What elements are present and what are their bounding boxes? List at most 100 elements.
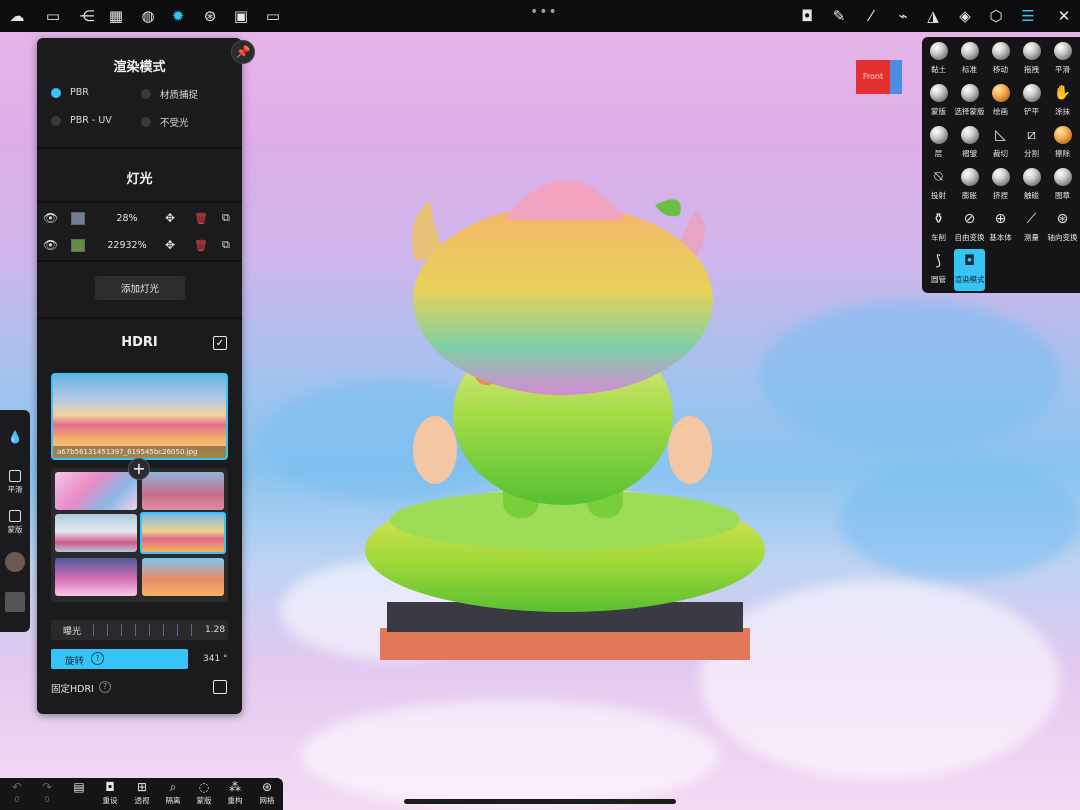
more-menu-button[interactable]: ••• — [530, 4, 558, 20]
folder-icon[interactable]: ▭ — [43, 6, 63, 26]
stroke-icon[interactable]: ⁄ — [861, 6, 881, 26]
undo-button[interactable]: ↶ 0 — [2, 780, 32, 804]
tool-ball[interactable]: 黏土 — [923, 39, 954, 81]
isolate-button[interactable]: ⌕ 隔离 — [158, 780, 188, 806]
layers-icon[interactable]: ◈ — [955, 6, 975, 26]
mask-view-button[interactable]: ◌ 蒙版 — [189, 780, 219, 806]
tool-ball[interactable]: 拖拽 — [1016, 39, 1047, 81]
fixed-hdri-checkbox[interactable] — [213, 680, 227, 694]
logo-icon[interactable]: ☁ — [7, 6, 27, 26]
camera-icon[interactable]: ◘ — [797, 6, 817, 26]
add-hdri-button[interactable]: + — [128, 458, 150, 480]
exposure-slider[interactable]: 曝光 — [51, 620, 228, 640]
hdri-thumbnail[interactable] — [142, 472, 224, 510]
scene-graph-icon[interactable]: ⋲ — [77, 6, 97, 26]
tool-ball[interactable]: 标准 — [954, 39, 985, 81]
tool-ball[interactable]: 蒙版 — [923, 81, 954, 123]
tool-ball[interactable]: 膨胀 — [954, 165, 985, 207]
light-intensity[interactable]: 22932% — [97, 240, 157, 251]
light-color-swatch[interactable] — [71, 211, 85, 225]
add-light-button[interactable]: 添加灯光 — [95, 276, 185, 300]
tool-ball[interactable]: 铲平 — [1016, 81, 1047, 123]
side-mask-button[interactable]: 蒙版 — [0, 510, 30, 535]
tool-ball[interactable]: 选择蒙版 — [954, 81, 985, 123]
trash-icon[interactable]: 🗑 — [194, 212, 208, 225]
mode-unlit[interactable]: 不受光 — [141, 115, 189, 129]
image-icon[interactable]: ▣ — [231, 6, 251, 26]
mode-matcap[interactable]: 材质捕捉 — [141, 87, 198, 101]
tool-gizmo[interactable]: ⊛ 轴向变换 — [1047, 207, 1078, 249]
brush-strength-icon[interactable] — [5, 592, 25, 612]
sculpt-model[interactable] — [355, 150, 775, 662]
home-indicator[interactable] — [404, 799, 676, 804]
hdri-preview[interactable]: a67b56131451397_619545bc26050.jpg — [51, 373, 228, 460]
tool-ball[interactable]: 触碰 — [1016, 165, 1047, 207]
tool-camera[interactable]: ◘ 渲染模式 — [954, 249, 985, 291]
tool-knife[interactable]: ◺ 裁切 — [985, 123, 1016, 165]
doc-button[interactable]: ▤ — [64, 780, 94, 795]
tool-ruler[interactable]: ⟋ 测量 — [1016, 207, 1047, 249]
tool-ball[interactable]: 褶皱 — [954, 123, 985, 165]
tool-ball[interactable]: 移动 — [985, 39, 1016, 81]
view-cube-side[interactable] — [890, 60, 902, 94]
tool-project[interactable]: ⍉ 投射 — [923, 165, 954, 207]
tool-ball[interactable]: 挤捏 — [985, 165, 1016, 207]
sun-icon[interactable]: ✹ — [168, 6, 188, 26]
tool-primitive[interactable]: ⊕ 基本体 — [985, 207, 1016, 249]
light-intensity[interactable]: 28% — [97, 213, 157, 224]
hdri-thumbnail[interactable] — [55, 472, 137, 510]
drop-icon[interactable]: 💧 — [0, 430, 30, 444]
redo-button[interactable]: ↷ 0 — [32, 780, 62, 804]
pin-icon[interactable]: 📌 — [231, 40, 255, 64]
tool-hand[interactable]: ✋ 涂抹 — [1047, 81, 1078, 123]
mode-pbr[interactable]: PBR — [51, 87, 89, 98]
tool-ball[interactable]: 层 — [923, 123, 954, 165]
move-icon[interactable]: ✥ — [165, 211, 175, 225]
light-color-swatch[interactable] — [71, 238, 85, 252]
sphere-icon[interactable]: ◍ — [138, 6, 158, 26]
tool-split[interactable]: ⧄ 分割 — [1016, 123, 1047, 165]
duplicate-icon[interactable]: ⧉ — [222, 238, 230, 252]
film-icon[interactable]: ⊛ — [200, 6, 220, 26]
eye-icon[interactable]: 👁 — [43, 211, 58, 225]
hdri-thumbnail[interactable] — [142, 558, 224, 596]
move-icon[interactable]: ✥ — [165, 238, 175, 252]
reset-view-button[interactable]: ◘ 重设 — [95, 780, 125, 806]
rotation-slider[interactable]: 旋转 ? — [51, 649, 188, 669]
brush-size-icon[interactable] — [5, 552, 25, 572]
tool-ball[interactable]: 图章 — [1047, 165, 1078, 207]
hdri-thumbnail[interactable] — [55, 558, 137, 596]
tool-ball-orange[interactable]: 绘画 — [985, 81, 1016, 123]
tool-lathe[interactable]: ⚱ 车削 — [923, 207, 954, 249]
remesh-button[interactable]: ⁂ 重构 — [220, 780, 250, 806]
symmetry-icon[interactable]: ◮ — [923, 6, 943, 26]
light-row[interactable]: 👁 28% ✥ 🗑 ⧉ — [37, 207, 242, 229]
sliders-icon[interactable]: ☰ — [1018, 6, 1038, 26]
hdri-thumbnail[interactable] — [55, 514, 137, 552]
reset-icon: ◘ — [105, 780, 115, 794]
light-row[interactable]: 👁 22932% ✥ 🗑 ⧉ — [37, 234, 242, 256]
mesh-button[interactable]: ⊛ 网格 — [252, 780, 282, 806]
tool-ball[interactable]: 平滑 — [1047, 39, 1078, 81]
tool-ball-orange[interactable]: 擦除 — [1047, 123, 1078, 165]
help-icon[interactable]: ? — [99, 681, 111, 693]
tool-tube[interactable]: ⟆ 圆管 — [923, 249, 954, 291]
help-icon[interactable]: ? — [91, 652, 104, 665]
mode-pbr-uv[interactable]: PBR - UV — [51, 115, 112, 126]
brush-icon[interactable]: ✎ — [829, 6, 849, 26]
view-cube[interactable]: Front — [856, 60, 902, 94]
view-cube-front[interactable]: Front — [856, 60, 890, 94]
hexagon-icon[interactable]: ⬡ — [986, 6, 1006, 26]
hdri-enable-checkbox[interactable]: ✓ — [213, 336, 227, 350]
duplicate-icon[interactable]: ⧉ — [222, 211, 230, 225]
video-icon[interactable]: ▭ — [263, 6, 283, 26]
tools-icon[interactable]: ✕ — [1054, 6, 1074, 26]
side-smooth-button[interactable]: 平滑 — [0, 470, 30, 495]
tool-transform[interactable]: ⊘ 自由变换 — [954, 207, 985, 249]
hdri-thumbnail-selected[interactable] — [140, 512, 226, 554]
eye-icon[interactable]: 👁 — [43, 238, 58, 252]
grid-icon[interactable]: ▦ — [106, 6, 126, 26]
trash-icon[interactable]: 🗑 — [194, 239, 208, 252]
perspective-button[interactable]: ⊞ 透视 — [127, 780, 157, 806]
shoe-icon[interactable]: ⌁ — [893, 6, 913, 26]
